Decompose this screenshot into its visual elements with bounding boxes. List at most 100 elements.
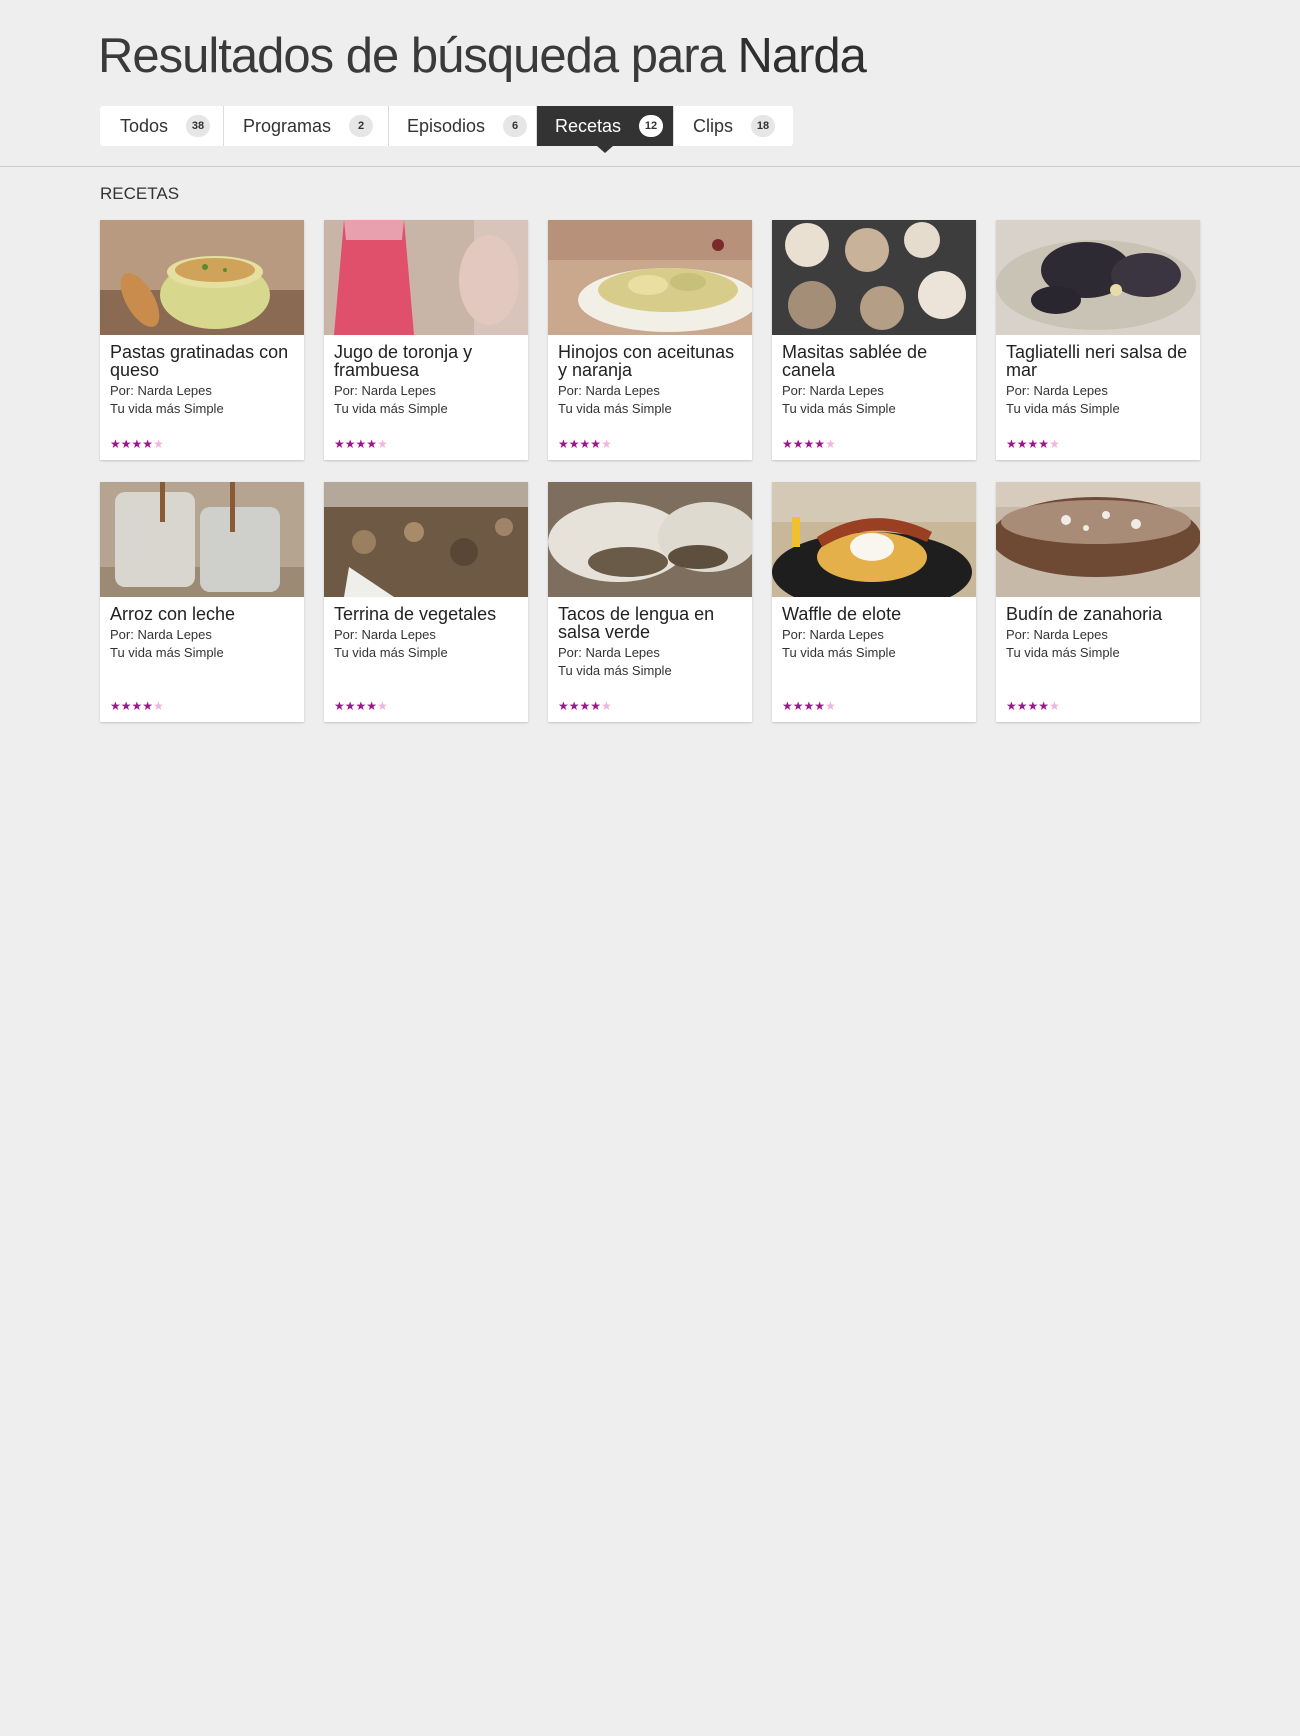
rating-stars: ★★★★★ [782,438,836,450]
recipe-author: Por: Narda Lepes [110,383,212,398]
rating-stars: ★★★★★ [334,438,388,450]
star-icon: ★ [1038,437,1050,451]
recipe-thumbnail[interactable] [548,482,752,597]
recipe-card[interactable]: Masitas sablée de canela Por: Narda Lepe… [772,220,976,460]
rating-stars: ★★★★★ [110,438,164,450]
star-icon: ★ [601,699,612,713]
star-icon: ★ [579,699,591,713]
recipe-thumbnail[interactable] [772,482,976,597]
recipe-author: Por: Narda Lepes [1006,627,1108,642]
star-icon: ★ [1006,699,1017,713]
star-icon: ★ [1027,437,1039,451]
star-icon: ★ [142,437,154,451]
star-icon: ★ [334,437,345,451]
star-icon: ★ [366,699,378,713]
recipe-thumbnail[interactable] [324,482,528,597]
star-icon: ★ [110,437,121,451]
recipe-title: Pastas gratinadas con queso [110,342,289,380]
recipe-author: Por: Narda Lepes [1006,383,1108,398]
star-icon: ★ [1016,699,1028,713]
star-icon: ★ [355,699,367,713]
recipe-author: Por: Narda Lepes [558,645,660,660]
recipe-author: Por: Narda Lepes [782,627,884,642]
star-icon: ★ [814,437,826,451]
recipe-thumbnail[interactable] [548,220,752,335]
star-icon: ★ [131,437,143,451]
star-icon: ★ [825,699,836,713]
page-title-prefix: Resultados de búsqueda para [98,29,726,83]
star-icon: ★ [120,699,132,713]
tab-label: Episodios [407,115,486,136]
star-icon: ★ [153,437,164,451]
recipe-title: Waffle de elote [782,604,902,624]
rating-stars: ★★★★★ [110,700,164,712]
recipe-author: Por: Narda Lepes [782,383,884,398]
star-icon: ★ [792,437,804,451]
recipe-show: Tu vida más Simple [558,663,672,678]
recipe-thumbnail[interactable] [996,482,1200,597]
star-icon: ★ [782,699,793,713]
star-icon: ★ [601,437,612,451]
recipe-thumbnail[interactable] [772,220,976,335]
recipe-card[interactable]: Waffle de elote Por: Narda Lepes Tu vida… [772,482,976,722]
count-badge: 6 [503,115,528,137]
recipe-title: Budín de zanahoria [1006,604,1163,624]
recipe-author: Por: Narda Lepes [558,383,660,398]
recipe-show: Tu vida más Simple [334,645,448,660]
star-icon: ★ [1049,437,1060,451]
count-badge: 18 [751,115,776,137]
recipe-show: Tu vida más Simple [1006,401,1120,416]
recipe-title: Tagliatelli neri salsa de mar [1006,342,1188,380]
recipe-card[interactable]: Pastas gratinadas con queso Por: Narda L… [100,220,304,460]
recipe-card[interactable]: Tagliatelli neri salsa de mar Por: Narda… [996,220,1200,460]
recipe-show: Tu vida más Simple [110,645,224,660]
recipe-card[interactable]: Hinojos con aceitunas y naranja Por: Nar… [548,220,752,460]
recipe-show: Tu vida más Simple [110,401,224,416]
star-icon: ★ [568,699,580,713]
star-icon: ★ [782,437,793,451]
recipe-card[interactable]: Budín de zanahoria Por: Narda Lepes Tu v… [996,482,1200,722]
recipe-card[interactable]: Arroz con leche Por: Narda Lepes Tu vida… [100,482,304,722]
tab-episodios[interactable]: Episodios 6 [389,106,537,146]
recipe-thumbnail[interactable] [100,482,304,597]
rating-stars: ★★★★★ [558,700,612,712]
star-icon: ★ [131,699,143,713]
recipe-thumbnail[interactable] [100,220,304,335]
tab-recetas[interactable]: Recetas 12 [537,106,674,153]
recipe-card[interactable]: Jugo de toronja y frambuesa Por: Narda L… [324,220,528,460]
tab-label: Todos [120,115,169,136]
recipe-card[interactable]: Tacos de lengua en salsa verde Por: Nard… [548,482,752,722]
star-icon: ★ [1016,437,1028,451]
result-tabs: Todos 38 Programas 2 Episodios 6 Recetas… [100,106,793,153]
star-icon: ★ [803,437,815,451]
tab-label: Programas [243,115,332,136]
star-icon: ★ [558,699,569,713]
tab-label: Recetas [555,115,622,136]
star-icon: ★ [344,437,356,451]
recipe-author: Por: Narda Lepes [110,627,212,642]
recipe-show: Tu vida más Simple [782,645,896,660]
star-icon: ★ [377,437,388,451]
tab-programas[interactable]: Programas 2 [224,106,389,146]
recipe-thumbnail[interactable] [996,220,1200,335]
star-icon: ★ [568,437,580,451]
star-icon: ★ [355,437,367,451]
star-icon: ★ [558,437,569,451]
star-icon: ★ [792,699,804,713]
tab-clips[interactable]: Clips 18 [674,106,793,146]
star-icon: ★ [814,699,826,713]
page-title: Resultados de búsqueda para Narda [98,28,867,84]
tab-todos[interactable]: Todos 38 [100,106,224,146]
section-title: RECETAS [100,184,180,203]
star-icon: ★ [110,699,121,713]
star-icon: ★ [1038,699,1050,713]
recipe-card[interactable]: Terrina de vegetales Por: Narda Lepes Tu… [324,482,528,722]
recipe-thumbnail[interactable] [324,220,528,335]
recipe-title: Arroz con leche [110,604,236,624]
count-badge: 2 [349,115,374,137]
recipe-title: Tacos de lengua en salsa verde [558,604,715,642]
tab-label: Clips [693,115,734,136]
star-icon: ★ [825,437,836,451]
star-icon: ★ [803,699,815,713]
search-query: Narda [737,29,866,83]
